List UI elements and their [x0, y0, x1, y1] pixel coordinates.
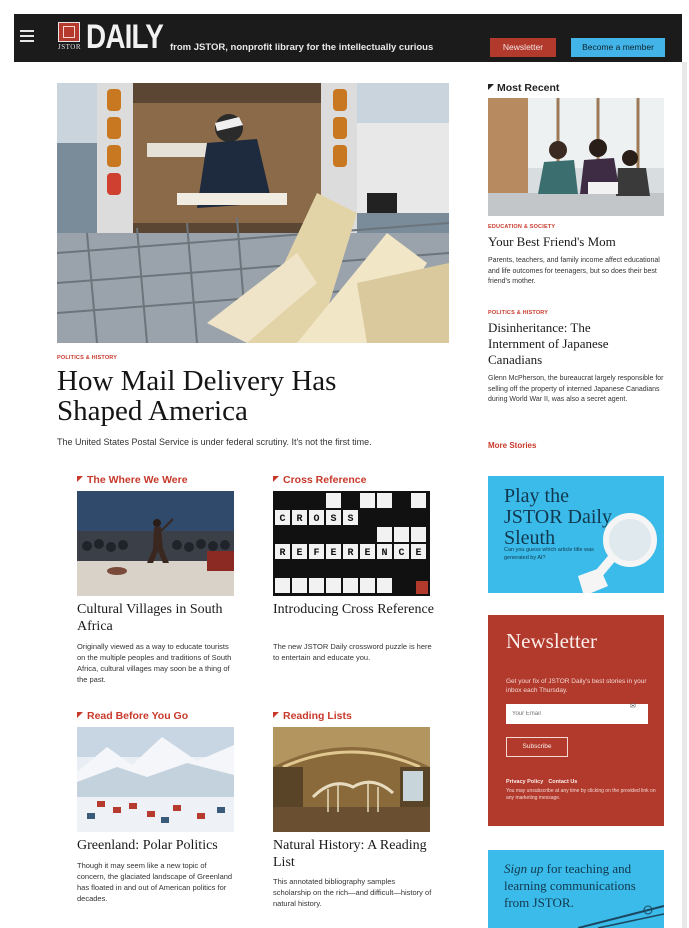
- newsletter-subtitle: Get your fix of JSTOR Daily's best stori…: [506, 678, 647, 694]
- most-recent-item-1[interactable]: EDUCATION & SOCIETY Your Best Friend's M…: [488, 224, 664, 288]
- hero-headline-line2[interactable]: Shaped America: [57, 396, 457, 426]
- crossword-cell: [377, 527, 392, 542]
- jstor-seal-icon: [416, 581, 428, 594]
- crossword-letter: R: [347, 548, 353, 559]
- hero-dek: The United States Postal Service is unde…: [57, 437, 372, 447]
- item-blurb: Glenn McPherson, the bureaucrat largely …: [488, 375, 664, 403]
- most-recent-heading: Most Recent: [488, 82, 559, 94]
- crossword-image[interactable]: CROSSREFERENCE: [273, 491, 430, 596]
- newsletter-links: Privacy Policy Contact Us: [506, 779, 582, 785]
- section-label[interactable]: Reading Lists: [283, 710, 352, 722]
- most-recent-item-2[interactable]: POLITICS & HISTORY Disinheritance: The I…: [488, 310, 664, 406]
- crossword-letter: E: [364, 548, 370, 559]
- cultural-villages-image[interactable]: [77, 491, 234, 596]
- become-member-button[interactable]: Become a member: [571, 38, 665, 57]
- logo-daily-text[interactable]: DAILY: [86, 18, 164, 57]
- section-label[interactable]: Cross Reference: [283, 474, 366, 486]
- crossword-letter: C: [398, 548, 404, 559]
- greenland-blurb: Though it may seem like a new topic of c…: [77, 861, 233, 903]
- crossword-cell: [275, 578, 290, 593]
- newsletter-title: Newsletter: [506, 629, 597, 653]
- item-headline[interactable]: Disinheritance: The Internment of Japane…: [488, 320, 638, 368]
- natural-history-image[interactable]: [273, 727, 430, 832]
- cultural-villages-headline[interactable]: Cultural Villages in South Africa: [77, 601, 247, 635]
- crossword-letter: S: [347, 514, 353, 525]
- section-heading-where-we-were[interactable]: The Where We Were: [77, 474, 188, 486]
- section-arrow-icon: [273, 712, 279, 718]
- crossword-letter: R: [296, 514, 302, 525]
- crossword-cell: [360, 578, 375, 593]
- greenland-headline[interactable]: Greenland: Polar Politics: [77, 837, 247, 854]
- item-blurb: Parents, teachers, and family income aff…: [488, 257, 660, 285]
- crossword-cell: [377, 578, 392, 593]
- email-input[interactable]: [506, 704, 648, 724]
- hero-headline-line1[interactable]: How Mail Delivery Has: [57, 366, 457, 396]
- section-heading-reading-lists[interactable]: Reading Lists: [273, 710, 352, 722]
- section-label[interactable]: The Where We Were: [87, 474, 188, 486]
- crossword-cell: [377, 493, 392, 508]
- more-stories-link[interactable]: More Stories: [488, 441, 536, 450]
- newsletter-signup-box: Newsletter Get your fix of JSTOR Daily's…: [488, 615, 664, 826]
- crossword-cell: [309, 578, 324, 593]
- section-heading-cross-reference[interactable]: Cross Reference: [273, 474, 366, 486]
- crossword-letter: C: [279, 514, 285, 525]
- scrollbar[interactable]: [682, 62, 687, 928]
- most-recent-image-friends[interactable]: [488, 98, 664, 216]
- cross-reference-headline[interactable]: Introducing Cross Reference: [273, 601, 443, 618]
- sleuth-promo[interactable]: Play the JSTOR Daily Sleuth Can you gues…: [488, 476, 664, 593]
- contact-us-link[interactable]: Contact Us: [548, 779, 577, 785]
- most-recent-label: Most Recent: [497, 82, 560, 94]
- hero-category[interactable]: POLITICS & HISTORY: [57, 355, 117, 361]
- section-heading-read-before-you-go[interactable]: Read Before You Go: [77, 710, 188, 722]
- magnifying-glass-icon: [578, 513, 657, 593]
- item-category[interactable]: EDUCATION & SOCIETY: [488, 224, 664, 230]
- pen-illustration-icon: [578, 905, 664, 928]
- crossword-letter: S: [330, 514, 336, 525]
- natural-history-blurb: This annotated bibliography samples scho…: [273, 877, 432, 908]
- cross-reference-blurb: The new JSTOR Daily crossword puzzle is …: [273, 642, 432, 662]
- teaching-signup-promo[interactable]: Sign up for teaching and learning commun…: [488, 850, 664, 928]
- top-navigation-bar: JSTOR DAILY from JSTOR, nonprofit librar…: [14, 14, 682, 62]
- crossword-letter: E: [330, 548, 336, 559]
- crossword-cell: [360, 493, 375, 508]
- logo-jstor-text: JSTOR: [58, 43, 81, 51]
- natural-history-headline[interactable]: Natural History: A Reading List: [273, 837, 443, 871]
- jstor-logo-icon[interactable]: JSTOR: [58, 22, 81, 54]
- subscribe-button[interactable]: Subscribe: [506, 737, 568, 757]
- greenland-image[interactable]: [77, 727, 234, 832]
- hero-headline[interactable]: How Mail Delivery Has Shaped America: [57, 366, 457, 426]
- crossword-letter: F: [313, 548, 319, 559]
- crossword-cell: [326, 578, 341, 593]
- crossword-letter: N: [381, 548, 387, 559]
- section-arrow-icon: [273, 476, 279, 482]
- newsletter-fine-print: You may unsubscribe at any time by click…: [506, 788, 656, 801]
- hero-image-mail-carrier[interactable]: [57, 83, 449, 343]
- crossword-letter: R: [279, 548, 285, 559]
- newsletter-button[interactable]: Newsletter: [490, 38, 556, 57]
- section-label[interactable]: Read Before You Go: [87, 710, 188, 722]
- crossword-cell: [411, 527, 426, 542]
- item-category[interactable]: POLITICS & HISTORY: [488, 310, 664, 316]
- signup-lead[interactable]: Sign up: [504, 861, 543, 876]
- section-arrow-icon: [77, 476, 83, 482]
- site-tagline: from JSTOR, nonprofit library for the in…: [170, 42, 434, 53]
- cultural-villages-blurb: Originally viewed as a way to educate to…: [77, 642, 232, 684]
- crossword-letter: E: [415, 548, 421, 559]
- hamburger-menu-icon[interactable]: [20, 30, 34, 42]
- privacy-policy-link[interactable]: Privacy Policy: [506, 779, 543, 785]
- crossword-letter: O: [313, 514, 319, 525]
- crossword-cell: [292, 578, 307, 593]
- crossword-letter: E: [296, 548, 302, 559]
- section-arrow-icon: [77, 712, 83, 718]
- crossword-cell: [411, 493, 426, 508]
- section-arrow-icon: [488, 84, 494, 90]
- crossword-cell: [326, 493, 341, 508]
- mail-icon: ✉: [630, 703, 636, 710]
- item-headline[interactable]: Your Best Friend's Mom: [488, 234, 664, 250]
- crossword-cell: [343, 578, 358, 593]
- crossword-cell: [394, 527, 409, 542]
